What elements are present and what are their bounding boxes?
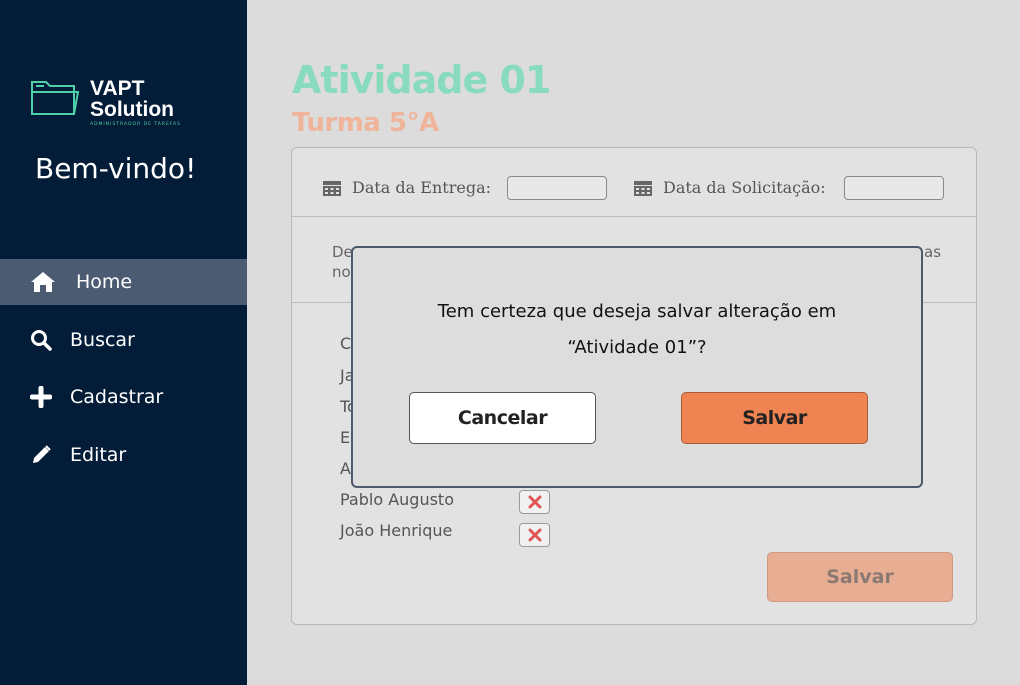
calendar-icon [323, 180, 341, 196]
sidebar-item-buscar[interactable]: Buscar [0, 317, 247, 363]
student-name: Pablo Augusto [340, 490, 454, 509]
dialog-message-line2: “Atividade 01”? [567, 337, 707, 358]
request-date-text: Data da Solicitação: [663, 178, 826, 197]
confirm-save-button[interactable]: Salvar [681, 392, 868, 444]
dialog-message: Tem certeza que deseja salvar alteração … [353, 294, 921, 366]
student-name: João Henrique [340, 521, 453, 540]
page-title: Atividade 01 [292, 58, 551, 102]
home-icon [30, 270, 56, 294]
description-fragment: no [332, 263, 351, 281]
remove-student-button[interactable] [519, 490, 550, 514]
confirm-dialog: Tem certeza que deseja salvar alteração … [351, 246, 923, 488]
request-date-label: Data da Solicitação: [634, 178, 826, 197]
remove-student-button[interactable] [519, 523, 550, 547]
plus-icon [30, 385, 56, 409]
welcome-text: Bem-vindo! [35, 152, 197, 185]
logo: VAPT Solution ADMINISTRADOR DE TAREFAS [30, 78, 181, 128]
search-icon [30, 328, 56, 352]
brand-title-line2: Solution [90, 98, 174, 121]
sidebar-item-label: Cadastrar [70, 386, 164, 408]
dialog-message-line1: Tem certeza que deseja salvar alteração … [437, 301, 837, 322]
folder-logo-icon [31, 81, 80, 115]
student-name: A [340, 459, 351, 478]
pencil-icon [30, 443, 56, 467]
cancel-button[interactable]: Cancelar [409, 392, 596, 444]
close-icon [528, 495, 541, 509]
page-subtitle: Turma 5°A [292, 108, 439, 138]
sidebar-nav: Home Buscar Cadastrar Editar [0, 259, 247, 489]
request-date-input[interactable] [844, 176, 944, 200]
brand-tagline: ADMINISTRADOR DE TAREFAS [90, 122, 181, 127]
sidebar-item-label: Buscar [70, 328, 135, 351]
sidebar-item-cadastrar[interactable]: Cadastrar [0, 374, 247, 420]
delivery-date-input[interactable] [507, 176, 607, 200]
sidebar-item-home[interactable]: Home [0, 259, 247, 305]
save-button[interactable]: Salvar [767, 552, 953, 602]
close-icon [528, 528, 541, 542]
sidebar-item-label: Editar [70, 443, 127, 466]
dates-row: Data da Entrega: Data da Solicitação: [292, 148, 976, 217]
delivery-date-text: Data da Entrega: [352, 178, 491, 197]
description-fragment: as [924, 243, 942, 261]
delivery-date-label: Data da Entrega: [323, 178, 491, 197]
sidebar-item-label: Home [76, 271, 133, 293]
description-fragment: De [332, 243, 353, 261]
calendar-icon [634, 180, 652, 196]
sidebar: VAPT Solution ADMINISTRADOR DE TAREFAS B… [0, 0, 247, 685]
sidebar-item-editar[interactable]: Editar [0, 432, 247, 478]
brand-title-line1: VAPT [90, 77, 145, 100]
